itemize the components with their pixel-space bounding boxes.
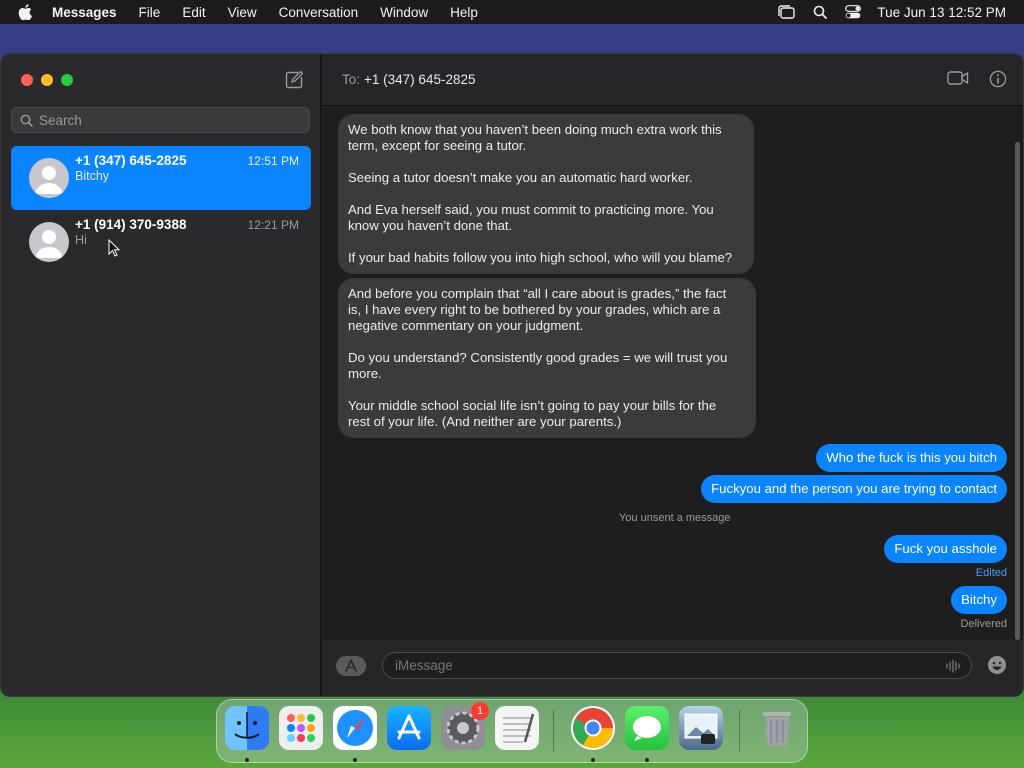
launchpad-icon[interactable] [279,706,323,750]
spotlight-search-icon[interactable] [813,5,828,19]
conversation-item[interactable]: +1 (347) 645-2825 Bitchy 12:51 PM [11,146,311,210]
window-controls [21,74,81,86]
menu-edit[interactable]: Edit [182,5,205,20]
menu-bar: Messages File Edit View Conversation Win… [0,0,1024,24]
conversation-time: 12:21 PM [247,218,299,232]
outgoing-message[interactable]: Bitchy [951,586,1007,614]
outgoing-message[interactable]: Fuckyou and the person you are trying to… [701,475,1007,503]
textedit-icon[interactable] [495,706,539,750]
dock-separator [553,710,554,752]
outgoing-message[interactable]: Fuck you asshole [884,535,1007,563]
app-store-apps-button[interactable] [336,656,366,676]
apple-icon[interactable] [18,4,38,20]
message-text: We both know that you haven’t been doing… [348,122,733,265]
chrome-icon[interactable] [571,706,615,750]
search-field[interactable]: Search [11,107,310,133]
conversation-item[interactable]: +1 (914) 370-9388 Hi 12:21 PM [11,210,311,274]
message-input-placeholder: iMessage [395,658,453,673]
incoming-message[interactable]: And before you complain that “all I care… [338,278,756,438]
delivered-status: Delivered [960,618,1007,630]
composer-bar: iMessage [322,640,1023,696]
zoom-button[interactable] [61,74,73,86]
preview-icon[interactable] [679,706,723,750]
dock-separator [739,710,740,752]
menu-help[interactable]: Help [450,5,478,20]
to-label: To: [342,72,361,87]
search-icon [20,114,33,127]
edited-label[interactable]: Edited [976,567,1007,579]
menubar-clock[interactable]: Tue Jun 13 12:52 PM [877,5,1006,20]
to-field[interactable]: To: +1 (347) 645-2825 [342,72,475,87]
message-text: Who the fuck is this you bitch [826,450,997,465]
finder-icon[interactable] [225,706,269,750]
messages-icon[interactable] [625,706,669,750]
dock: 1 [216,699,808,763]
stage-manager-icon[interactable] [777,5,796,19]
menu-window[interactable]: Window [380,5,428,20]
finder-running-dot [245,758,249,762]
outgoing-message[interactable]: Who the fuck is this you bitch [816,444,1007,472]
facetime-video-icon[interactable] [947,71,969,90]
message-text: Fuck you asshole [894,541,997,556]
recipient-name: +1 (347) 645-2825 [364,72,476,87]
conversation-preview: Hi [75,233,87,247]
audio-message-icon[interactable] [945,658,961,677]
sidebar: Search +1 (347) 645-2825 Bitchy 12:51 PM… [1,54,321,696]
messages-window: Search +1 (347) 645-2825 Bitchy 12:51 PM… [0,53,1024,697]
menu-file[interactable]: File [139,5,161,20]
avatar [29,222,69,262]
control-center-icon[interactable] [845,5,862,19]
trash-icon[interactable] [755,706,799,750]
emoji-icon[interactable] [987,655,1007,680]
system-settings-icon[interactable]: 1 [441,702,489,750]
info-icon[interactable] [989,70,1007,93]
messages-running-dot [645,758,649,762]
conversation-name: +1 (347) 645-2825 [75,153,187,168]
menu-view[interactable]: View [228,5,257,20]
conversation-name: +1 (914) 370-9388 [75,217,187,232]
message-text: And before you complain that “all I care… [348,286,728,429]
conversation-time: 12:51 PM [247,154,299,168]
conversation-header: To: +1 (347) 645-2825 [322,54,1023,106]
menu-app-name[interactable]: Messages [52,5,117,20]
minimize-button[interactable] [41,74,53,86]
conversation-pane: To: +1 (347) 645-2825 We both know that y… [322,54,1023,696]
search-placeholder: Search [39,112,82,128]
unsent-message-note: You unsent a message [619,512,731,524]
scrollbar[interactable] [1015,142,1020,640]
safari-icon[interactable] [333,706,377,750]
menu-conversation[interactable]: Conversation [279,5,359,20]
incoming-message[interactable]: We both know that you haven’t been doing… [338,114,754,274]
message-input[interactable]: iMessage [382,652,972,679]
safari-running-dot [353,758,357,762]
close-button[interactable] [21,74,33,86]
chrome-running-dot [591,758,595,762]
message-text: Bitchy [961,592,997,607]
compose-icon[interactable] [285,70,304,89]
settings-badge: 1 [471,702,489,720]
conversation-preview: Bitchy [75,169,110,183]
message-text: Fuckyou and the person you are trying to… [711,481,997,496]
avatar [29,158,69,198]
app-store-icon[interactable] [387,706,431,750]
mouse-cursor-icon [108,238,121,262]
